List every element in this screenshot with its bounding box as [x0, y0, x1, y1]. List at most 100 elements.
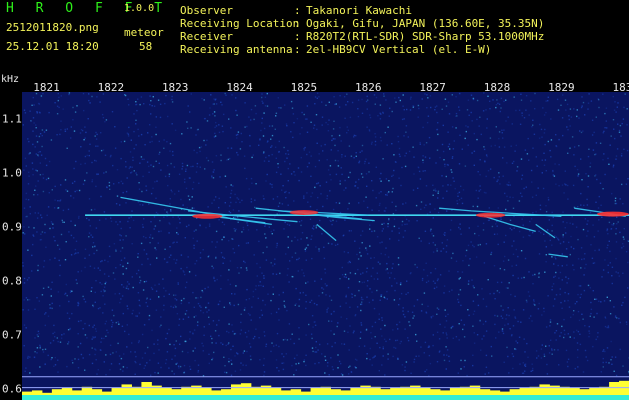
- noise-speck: [415, 204, 418, 207]
- noise-speck: [135, 101, 137, 103]
- noise-speck: [380, 328, 382, 330]
- noise-speck: [293, 374, 295, 376]
- noise-speck: [551, 230, 553, 232]
- noise-speck: [145, 253, 148, 255]
- noise-speck: [314, 96, 317, 98]
- noise-speck: [298, 298, 301, 301]
- noise-speck: [577, 206, 579, 208]
- noise-speck: [76, 189, 78, 192]
- noise-speck: [504, 324, 506, 326]
- noise-speck: [547, 140, 549, 143]
- noise-speck: [74, 111, 77, 113]
- noise-speck: [120, 180, 122, 183]
- noise-speck: [610, 228, 613, 230]
- noise-speck: [433, 189, 435, 191]
- noise-speck: [384, 324, 386, 327]
- noise-speck: [263, 275, 265, 277]
- noise-speck: [521, 178, 523, 180]
- noise-speck: [498, 176, 500, 178]
- noise-speck: [240, 132, 242, 135]
- noise-speck: [544, 271, 546, 273]
- noise-speck: [148, 165, 150, 168]
- noise-speck: [240, 329, 242, 331]
- noise-speck: [224, 175, 227, 177]
- noise-speck: [65, 283, 67, 286]
- noise-speck: [316, 209, 318, 211]
- noise-speck: [597, 230, 599, 232]
- noise-speck: [172, 216, 174, 218]
- noise-speck: [128, 167, 130, 170]
- noise-speck: [56, 105, 59, 107]
- noise-speck: [163, 287, 165, 289]
- noise-speck: [309, 301, 311, 303]
- noise-speck: [468, 114, 470, 116]
- noise-speck: [127, 133, 130, 135]
- noise-speck: [243, 155, 246, 157]
- noise-speck: [405, 361, 408, 363]
- noise-speck: [549, 319, 552, 321]
- noise-speck: [262, 195, 264, 197]
- noise-speck: [612, 224, 614, 226]
- noise-speck: [177, 365, 180, 367]
- noise-speck: [259, 266, 261, 269]
- noise-speck: [436, 250, 438, 252]
- noise-speck: [226, 159, 228, 161]
- noise-speck: [615, 158, 617, 160]
- noise-speck: [404, 165, 407, 168]
- noise-speck: [153, 343, 155, 345]
- noise-speck: [157, 99, 160, 101]
- noise-speck: [94, 353, 96, 356]
- noise-speck: [168, 175, 170, 178]
- noise-speck: [126, 285, 128, 287]
- noise-speck: [166, 211, 168, 213]
- noise-speck: [468, 227, 470, 229]
- noise-speck: [190, 165, 192, 168]
- noise-speck: [499, 267, 501, 270]
- noise-speck: [614, 101, 616, 103]
- noise-speck: [71, 312, 73, 315]
- noise-speck: [54, 364, 57, 366]
- noise-speck: [124, 330, 126, 333]
- noise-speck: [294, 174, 296, 176]
- noise-speck: [281, 189, 283, 191]
- noise-speck: [234, 293, 236, 295]
- noise-speck: [512, 207, 515, 209]
- noise-speck: [472, 300, 475, 302]
- noise-speck: [488, 372, 490, 374]
- noise-speck: [266, 173, 268, 176]
- noise-speck: [115, 351, 117, 353]
- noise-speck: [330, 330, 332, 332]
- noise-speck: [616, 317, 618, 319]
- noise-speck: [387, 223, 389, 225]
- noise-speck: [305, 294, 307, 296]
- noise-speck: [311, 192, 314, 194]
- noise-speck: [138, 182, 140, 184]
- noise-speck: [38, 135, 41, 138]
- noise-speck: [562, 211, 564, 213]
- noise-speck: [54, 185, 56, 188]
- noise-speck: [513, 240, 515, 242]
- noise-speck: [31, 270, 33, 272]
- noise-speck: [331, 366, 334, 368]
- noise-speck: [366, 185, 368, 187]
- noise-speck: [268, 125, 271, 127]
- noise-speck: [317, 349, 319, 351]
- noise-speck: [505, 287, 508, 289]
- noise-speck: [86, 337, 88, 339]
- noise-speck: [559, 288, 561, 290]
- noise-speck: [498, 331, 500, 333]
- noise-speck: [584, 218, 587, 220]
- noise-speck: [370, 143, 373, 145]
- noise-speck: [497, 179, 499, 181]
- noise-speck: [193, 316, 195, 318]
- noise-speck: [583, 204, 585, 207]
- noise-speck: [68, 231, 70, 233]
- noise-speck: [228, 205, 231, 207]
- noise-speck: [508, 181, 510, 183]
- noise-speck: [51, 281, 53, 283]
- noise-speck: [599, 142, 602, 144]
- noise-speck: [406, 223, 408, 225]
- noise-speck: [446, 349, 449, 351]
- noise-speck: [287, 268, 289, 270]
- noise-speck: [163, 309, 165, 311]
